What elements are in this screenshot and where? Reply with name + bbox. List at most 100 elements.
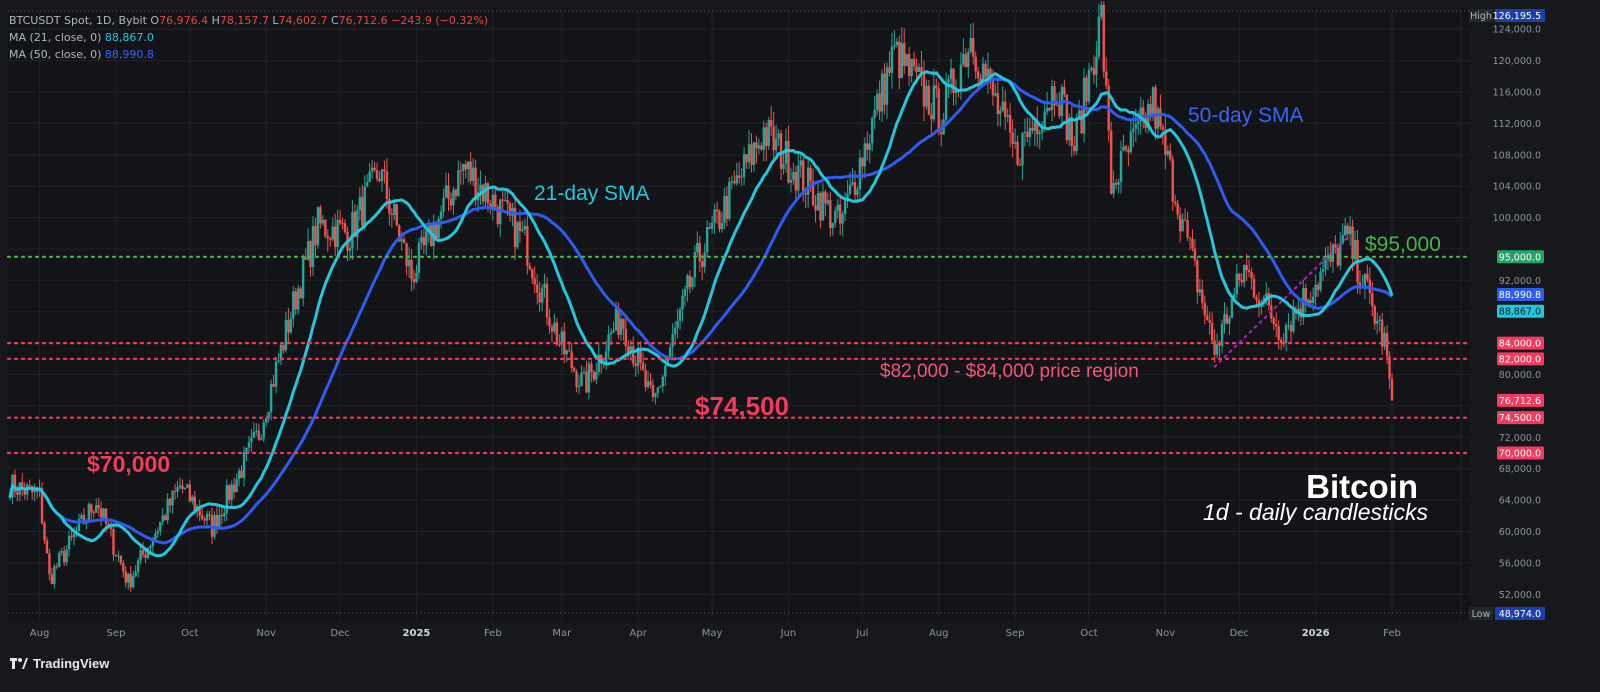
candle	[577, 386, 581, 388]
candle	[119, 555, 123, 564]
candle	[1272, 318, 1275, 325]
candle	[696, 243, 699, 253]
candle	[452, 189, 455, 206]
candle	[535, 284, 539, 293]
candle	[543, 283, 546, 289]
candle	[683, 288, 687, 296]
time-axis[interactable]	[8, 620, 1470, 642]
candle	[232, 484, 236, 493]
candle	[595, 372, 598, 380]
candle	[550, 326, 554, 332]
candle	[161, 515, 164, 522]
candle	[824, 191, 827, 204]
open-value: 76,976.4	[159, 14, 209, 27]
candle	[838, 204, 842, 224]
low-tag-label: Low	[1472, 609, 1491, 620]
candle	[127, 573, 130, 583]
candle	[848, 184, 852, 194]
x-tick-label: Feb	[1383, 628, 1401, 639]
candle	[425, 230, 428, 246]
candle	[1151, 87, 1155, 117]
candle	[1008, 115, 1012, 133]
candle	[912, 58, 916, 66]
candle	[348, 248, 352, 251]
candle	[1284, 325, 1288, 343]
candle	[1033, 121, 1036, 131]
candle	[122, 563, 125, 572]
candle	[816, 192, 820, 211]
candle	[885, 67, 889, 105]
candle	[1378, 319, 1381, 321]
candle	[1073, 145, 1076, 152]
candle	[351, 211, 354, 249]
candle	[274, 361, 278, 387]
candle	[770, 120, 773, 127]
candle	[1385, 332, 1389, 357]
candle	[410, 260, 413, 280]
ma21-label: MA (21, close, 0)	[9, 31, 102, 44]
candle	[282, 344, 285, 351]
candle	[999, 110, 1002, 115]
candle	[1077, 110, 1081, 118]
level-70000-annotation: $70,000	[87, 451, 170, 477]
candle	[752, 142, 756, 165]
candle	[1004, 101, 1007, 117]
candle	[269, 384, 273, 412]
candle	[250, 437, 253, 443]
candle	[661, 376, 665, 387]
candle	[964, 53, 968, 68]
candle	[67, 535, 71, 550]
low-value: 74,602.7	[278, 14, 328, 27]
candle	[311, 225, 315, 268]
candle	[417, 242, 421, 273]
close-value: 76,712.6	[338, 14, 388, 27]
candle	[1343, 225, 1347, 236]
y-tick-label: 116,000.0	[1493, 88, 1541, 99]
candle	[927, 85, 931, 115]
candle	[609, 332, 613, 335]
price-chart[interactable]: 52,000.0 56,000.0 60,000.0 64,000.0 68,000.0…	[0, 0, 1600, 692]
candle	[799, 160, 802, 166]
x-tick-label: Sep	[1006, 628, 1025, 639]
candle	[548, 317, 551, 327]
candle	[917, 67, 921, 73]
candle	[787, 140, 790, 183]
candle	[1122, 146, 1125, 151]
candle	[469, 161, 472, 181]
candle	[676, 320, 679, 328]
candle	[558, 344, 561, 346]
candle	[380, 169, 384, 181]
candle	[203, 518, 206, 521]
candle	[760, 145, 763, 150]
candle	[363, 186, 366, 226]
x-tick-label: May	[702, 628, 723, 639]
candle	[366, 182, 369, 187]
y-tick-label: 124,000.0	[1493, 25, 1541, 36]
candle	[213, 514, 216, 537]
ma21-legend[interactable]: MA (21, close, 0) 88,867.0	[9, 31, 154, 44]
ma50-legend[interactable]: MA (50, close, 0) 88,990.8	[9, 48, 154, 61]
candle	[1311, 296, 1315, 303]
x-tick-label: Jul	[855, 628, 868, 639]
candle	[1193, 248, 1197, 261]
y-tick-label: 64,000.0	[1499, 496, 1541, 507]
candle	[1119, 150, 1123, 182]
candle	[1363, 273, 1367, 287]
candle	[230, 484, 233, 500]
candle	[1287, 325, 1290, 327]
candle	[479, 184, 482, 192]
candle	[358, 196, 362, 211]
candle	[294, 291, 297, 310]
candle	[1018, 164, 1022, 166]
candle	[617, 308, 620, 335]
tradingview-logo[interactable]: TradingView	[10, 656, 109, 671]
candle	[462, 163, 465, 171]
candle	[1242, 264, 1246, 283]
price-axis[interactable]	[1470, 10, 1486, 642]
candle	[1275, 324, 1278, 327]
candle	[1196, 260, 1199, 293]
candle	[131, 576, 135, 588]
candle	[900, 42, 903, 79]
candle	[1255, 297, 1258, 300]
candle	[467, 161, 470, 170]
